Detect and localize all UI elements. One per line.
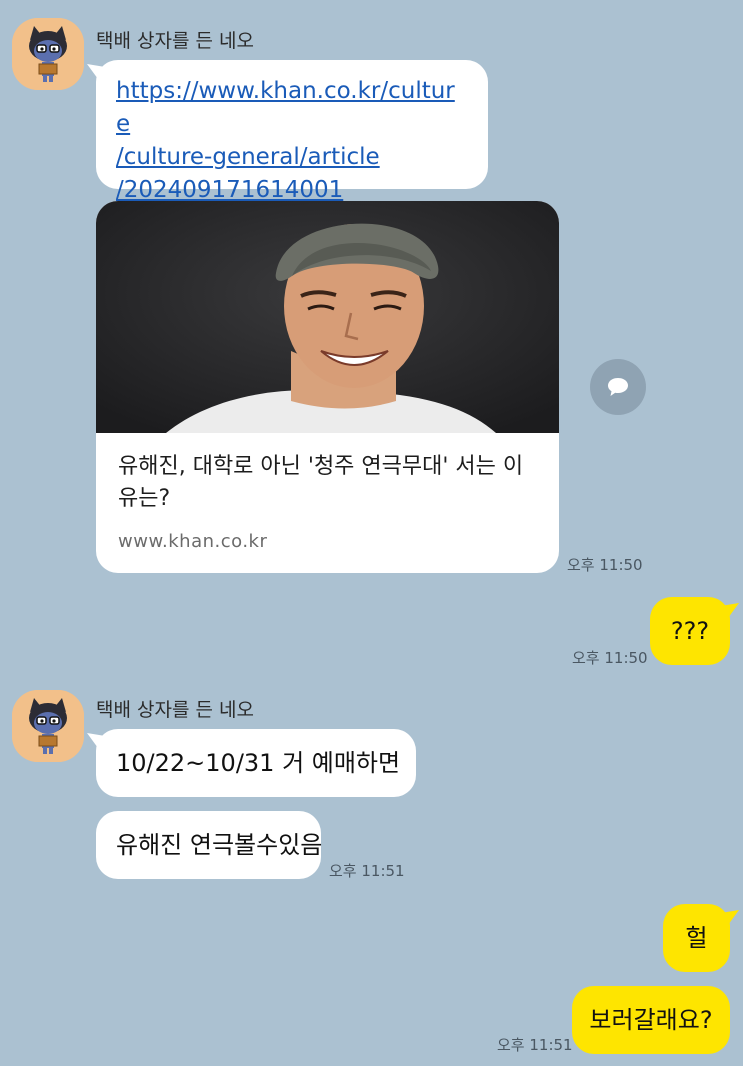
message-time: 오후 11:50 — [572, 649, 648, 667]
message-time: 오후 11:51 — [497, 1036, 573, 1054]
neo-avatar-icon — [12, 18, 84, 90]
message-text: 헐 — [685, 924, 708, 952]
card-title: 유해진, 대학로 아닌 '청주 연극무대' 서는 이유는? — [118, 454, 524, 511]
sender-name: 택배 상자를 든 네오 — [96, 699, 254, 721]
share-speech-bubble-icon — [608, 378, 628, 396]
my-message-bubble[interactable]: ??? — [650, 597, 730, 665]
sender-avatar[interactable] — [12, 690, 84, 762]
message-text: 보러갈래요? — [589, 1006, 713, 1034]
share-button[interactable] — [590, 359, 646, 415]
neo-avatar-icon — [12, 690, 84, 762]
message-text: ??? — [670, 617, 710, 645]
message-link[interactable]: https://www.khan.co.kr/culture /culture-… — [116, 75, 468, 207]
message-text: 유해진 연극볼수있음 — [116, 831, 323, 859]
card-domain: www.khan.co.kr — [118, 531, 268, 552]
link-message-bubble[interactable]: https://www.khan.co.kr/culture /culture-… — [96, 60, 488, 203]
article-thumbnail — [96, 201, 559, 433]
message-bubble[interactable]: 유해진 연극볼수있음 — [96, 811, 323, 879]
message-text: 10/22~10/31 거 예매하면 — [116, 749, 401, 777]
my-message-bubble[interactable]: 헐 — [663, 904, 730, 972]
my-message-bubble[interactable]: 보러갈래요? — [572, 986, 730, 1054]
sender-avatar[interactable] — [12, 18, 84, 90]
sender-name: 택배 상자를 든 네오 — [96, 30, 254, 52]
message-time: 오후 11:50 — [567, 556, 643, 574]
link-preview-card[interactable]: 유해진, 대학로 아닌 '청주 연극무대' 서는 이유는? www.khan.c… — [96, 201, 559, 573]
message-time: 오후 11:51 — [329, 862, 405, 880]
message-bubble[interactable]: 10/22~10/31 거 예매하면 — [96, 729, 416, 797]
